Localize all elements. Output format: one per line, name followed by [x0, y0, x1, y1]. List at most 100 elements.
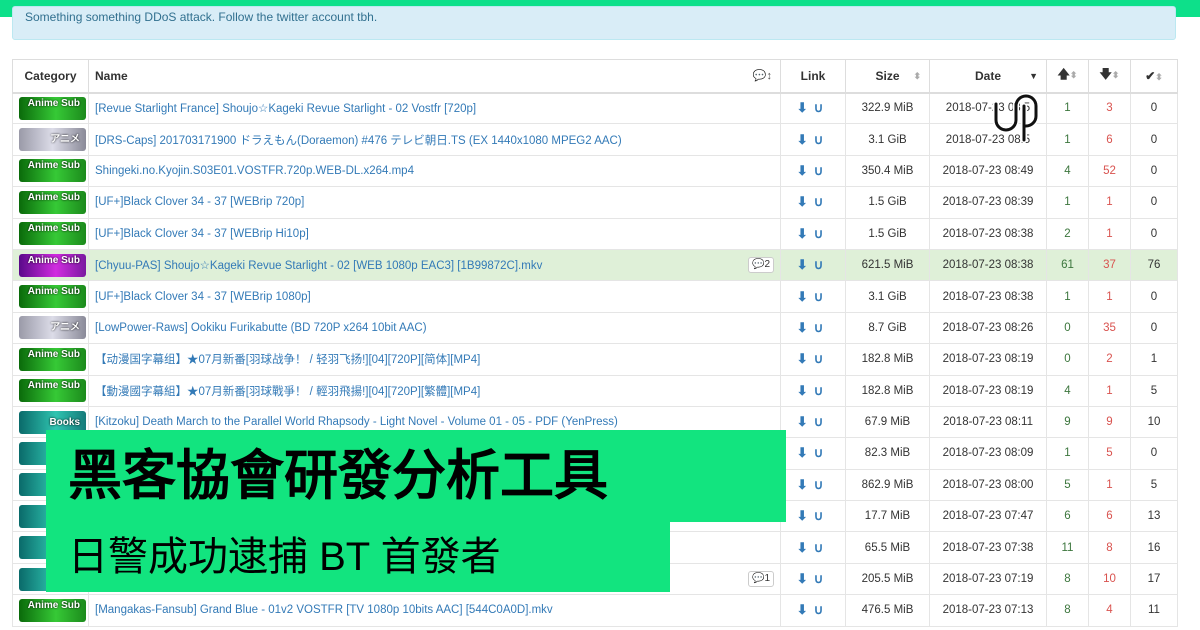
- category-cell[interactable]: Anime Sub: [12, 594, 89, 627]
- torrent-name-cell[interactable]: [LowPower-Raws] Ookiku Furikabutte (BD 7…: [88, 311, 781, 345]
- download-icon[interactable]: ⬇: [797, 351, 814, 366]
- torrent-name-cell[interactable]: [Mangakas-Fansub] Grand Blue - 01v2 VOST…: [88, 594, 781, 627]
- category-cell[interactable]: Anime Sub: [12, 91, 89, 125]
- download-icon[interactable]: ⬇: [797, 100, 814, 115]
- category-cell[interactable]: Anime Sub: [12, 154, 89, 188]
- table-row[interactable]: Anime Sub 【動漫國字幕組】★07月新番[羽球戰爭！ / 輕羽飛揚!][…: [12, 374, 1178, 407]
- torrent-name-link[interactable]: [UF+]Black Clover 34 - 37 [WEBrip Hi10p]: [95, 228, 309, 240]
- column-header-completed[interactable]: ✔⬍: [1130, 59, 1178, 94]
- column-header-category[interactable]: Category: [12, 59, 89, 94]
- table-row[interactable]: Anime Sub Shingeki.no.Kyojin.S03E01.VOST…: [12, 154, 1178, 188]
- magnet-icon[interactable]: ∪: [814, 508, 830, 523]
- table-row[interactable]: Anime Sub [Chyuu-PAS] Shoujo☆Kageki Revu…: [12, 248, 1178, 282]
- torrent-name-link[interactable]: [UF+]Black Clover 34 - 37 [WEBrip 1080p]: [95, 291, 311, 303]
- download-icon[interactable]: ⬇: [797, 132, 814, 147]
- download-icon[interactable]: ⬇: [797, 194, 814, 209]
- torrent-name-cell[interactable]: [UF+]Black Clover 34 - 37 [WEBrip 720p]: [88, 186, 781, 219]
- magnet-icon[interactable]: ∪: [814, 194, 830, 209]
- category-cell[interactable]: Anime Sub: [12, 248, 89, 282]
- download-icon[interactable]: ⬇: [797, 445, 814, 460]
- leechers-cell: 2: [1088, 343, 1131, 376]
- column-header-name[interactable]: Name 💬↕: [88, 59, 781, 94]
- download-icon[interactable]: ⬇: [797, 477, 814, 492]
- comment-count-badge[interactable]: 💬2: [747, 256, 774, 273]
- magnet-icon[interactable]: ∪: [814, 571, 830, 586]
- category-cell[interactable]: Anime Sub: [12, 280, 89, 313]
- column-header-size[interactable]: Size ⬍: [845, 59, 930, 94]
- table-row[interactable]: Anime Sub [Mangakas-Fansub] Grand Blue -…: [12, 594, 1178, 627]
- category-badge[interactable]: Anime Sub: [19, 379, 86, 403]
- magnet-icon[interactable]: ∪: [814, 163, 830, 178]
- download-icon[interactable]: ⬇: [797, 257, 814, 272]
- magnet-icon[interactable]: ∪: [814, 289, 830, 304]
- category-badge[interactable]: Anime Sub: [19, 285, 86, 309]
- torrent-name-cell[interactable]: 【动漫国字幕组】★07月新番[羽球战争！ / 轻羽飞扬!][04][720P][…: [88, 343, 781, 376]
- torrent-name-cell[interactable]: [UF+]Black Clover 34 - 37 [WEBrip 1080p]: [88, 280, 781, 313]
- column-header-leechers[interactable]: 🡇⬍: [1088, 59, 1131, 94]
- seeders-cell: 0: [1046, 311, 1089, 345]
- download-icon[interactable]: ⬇: [797, 383, 814, 398]
- table-row[interactable]: Anime Sub 【动漫国字幕组】★07月新番[羽球战争！ / 轻羽飞扬!][…: [12, 343, 1178, 376]
- torrent-name-link[interactable]: 【动漫国字幕组】★07月新番[羽球战争！ / 轻羽飞扬!][04][720P][…: [95, 354, 480, 366]
- category-badge[interactable]: Anime Sub: [19, 159, 86, 183]
- torrent-name-cell[interactable]: [UF+]Black Clover 34 - 37 [WEBrip Hi10p]: [88, 217, 781, 250]
- table-row[interactable]: Anime Sub [UF+]Black Clover 34 - 37 [WEB…: [12, 186, 1178, 219]
- torrent-name-link[interactable]: Shingeki.no.Kyojin.S03E01.VOSTFR.720p.WE…: [95, 165, 414, 177]
- torrent-name-link[interactable]: [DRS-Caps] 201703171900 ドラえもん(Doraemon) …: [95, 135, 622, 147]
- magnet-icon[interactable]: ∪: [814, 602, 830, 617]
- category-cell[interactable]: Anime Sub: [12, 186, 89, 219]
- download-icon[interactable]: ⬇: [797, 414, 814, 429]
- torrent-name-link[interactable]: [Chyuu-PAS] Shoujo☆Kageki Revue Starligh…: [95, 260, 542, 272]
- magnet-icon[interactable]: ∪: [814, 351, 830, 366]
- category-badge[interactable]: アニメ: [19, 316, 86, 340]
- category-badge[interactable]: Anime Sub: [19, 190, 86, 214]
- category-cell[interactable]: アニメ: [12, 311, 89, 345]
- magnet-icon[interactable]: ∪: [814, 383, 830, 398]
- table-row[interactable]: アニメ [LowPower-Raws] Ookiku Furikabutte (…: [12, 311, 1178, 345]
- category-cell[interactable]: アニメ: [12, 123, 89, 156]
- torrent-name-link[interactable]: [Kitzoku] Death March to the Parallel Wo…: [95, 416, 618, 428]
- magnet-icon[interactable]: ∪: [814, 477, 830, 492]
- comment-count-badge[interactable]: 💬1: [747, 570, 774, 587]
- category-cell[interactable]: Anime Sub: [12, 217, 89, 250]
- download-icon[interactable]: ⬇: [797, 540, 814, 555]
- torrent-name-cell[interactable]: 【動漫國字幕組】★07月新番[羽球戰爭！ / 輕羽飛揚!][04][720P][…: [88, 374, 781, 407]
- torrent-name-cell[interactable]: Shingeki.no.Kyojin.S03E01.VOSTFR.720p.WE…: [88, 154, 781, 188]
- torrent-name-link[interactable]: [LowPower-Raws] Ookiku Furikabutte (BD 7…: [95, 322, 427, 334]
- download-icon[interactable]: ⬇: [797, 289, 814, 304]
- category-cell[interactable]: Anime Sub: [12, 374, 89, 407]
- category-badge[interactable]: Anime Sub: [19, 96, 86, 120]
- magnet-icon[interactable]: ∪: [814, 257, 830, 272]
- category-cell[interactable]: Anime Sub: [12, 343, 89, 376]
- magnet-icon[interactable]: ∪: [814, 100, 830, 115]
- size-cell: 476.5 MiB: [845, 594, 930, 627]
- torrent-name-link[interactable]: [Revue Starlight France] Shoujo☆Kageki R…: [95, 103, 476, 115]
- magnet-icon[interactable]: ∪: [814, 320, 830, 335]
- torrent-name-cell[interactable]: [Chyuu-PAS] Shoujo☆Kageki Revue Starligh…: [88, 248, 781, 282]
- table-row[interactable]: Anime Sub [UF+]Black Clover 34 - 37 [WEB…: [12, 280, 1178, 313]
- torrent-name-link[interactable]: 【動漫國字幕組】★07月新番[羽球戰爭！ / 輕羽飛揚!][04][720P][…: [95, 386, 480, 398]
- category-badge[interactable]: Anime Sub: [19, 222, 86, 246]
- torrent-name-cell[interactable]: [Revue Starlight France] Shoujo☆Kageki R…: [88, 91, 781, 125]
- category-badge[interactable]: アニメ: [19, 128, 86, 152]
- download-icon[interactable]: ⬇: [797, 508, 814, 523]
- magnet-icon[interactable]: ∪: [814, 445, 830, 460]
- magnet-icon[interactable]: ∪: [814, 132, 830, 147]
- torrent-name-cell[interactable]: [DRS-Caps] 201703171900 ドラえもん(Doraemon) …: [88, 123, 781, 156]
- category-badge[interactable]: Anime Sub: [19, 253, 86, 277]
- column-header-seeders[interactable]: 🡅⬍: [1046, 59, 1089, 94]
- comments-sort-icon[interactable]: 💬↕: [753, 69, 772, 82]
- magnet-icon[interactable]: ∪: [814, 414, 830, 429]
- download-icon[interactable]: ⬇: [797, 226, 814, 241]
- download-icon[interactable]: ⬇: [797, 571, 814, 586]
- torrent-name-link[interactable]: [UF+]Black Clover 34 - 37 [WEBrip 720p]: [95, 196, 304, 208]
- magnet-icon[interactable]: ∪: [814, 226, 830, 241]
- download-icon[interactable]: ⬇: [797, 320, 814, 335]
- torrent-name-link[interactable]: [Mangakas-Fansub] Grand Blue - 01v2 VOST…: [95, 604, 553, 616]
- category-badge[interactable]: Anime Sub: [19, 598, 86, 622]
- table-row[interactable]: Anime Sub [UF+]Black Clover 34 - 37 [WEB…: [12, 217, 1178, 250]
- download-icon[interactable]: ⬇: [797, 602, 814, 617]
- magnet-icon[interactable]: ∪: [814, 540, 830, 555]
- download-icon[interactable]: ⬇: [797, 163, 814, 178]
- category-badge[interactable]: Anime Sub: [19, 347, 86, 371]
